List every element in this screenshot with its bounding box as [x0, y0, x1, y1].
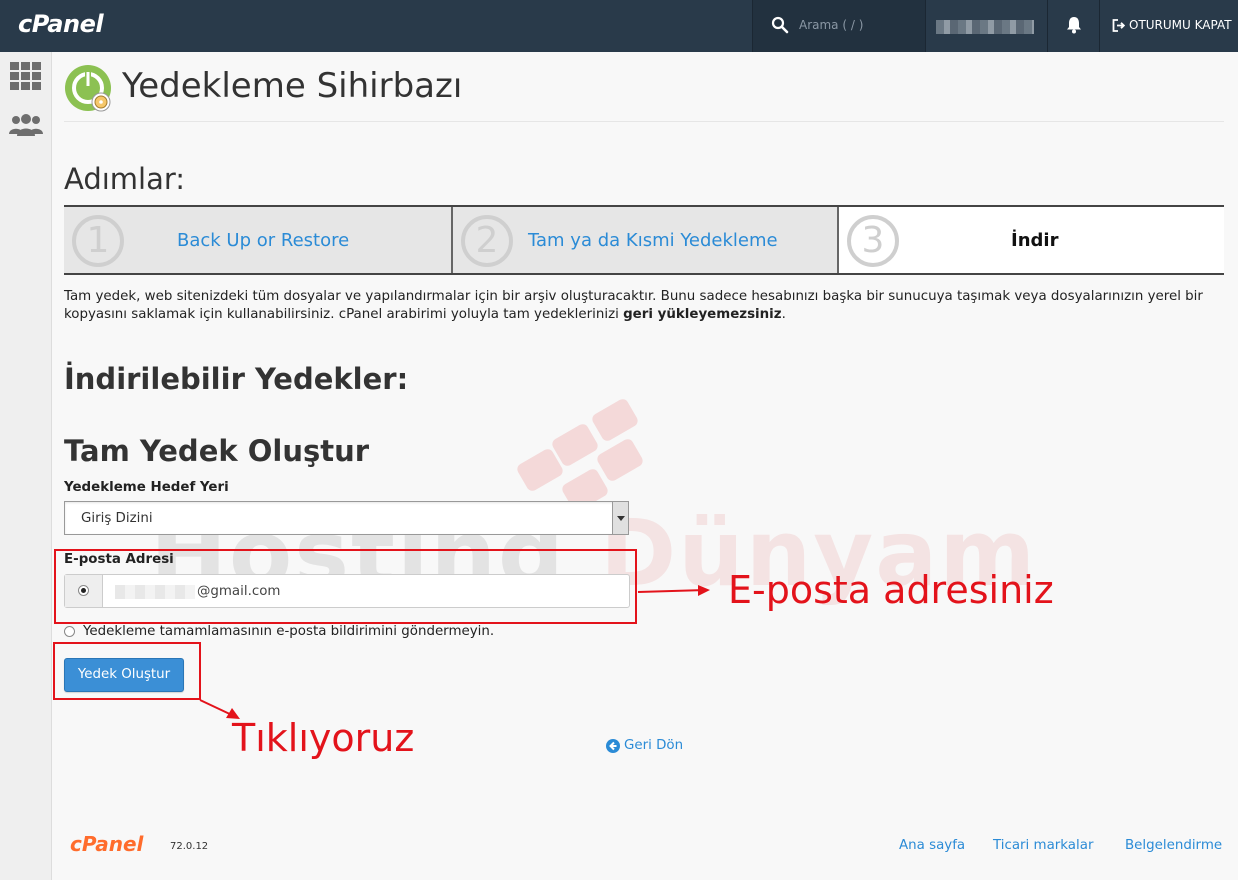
step-1-label[interactable]: Back Up or Restore: [177, 207, 349, 273]
masked-email-user: [115, 585, 195, 599]
footer-version: 72.0.12: [170, 841, 209, 852]
page-title: Yedekleme Sihirbazı: [122, 66, 463, 106]
arrow-left-circle-icon: [606, 738, 620, 753]
email-radio[interactable]: [78, 585, 89, 596]
grid-icon[interactable]: [10, 62, 42, 90]
destination-value: Giriş Dizini: [81, 511, 153, 526]
footer-link-trademarks[interactable]: Ticari markalar: [993, 838, 1093, 853]
description-text: Tam yedek, web sitenizdeki tüm dosyalar …: [64, 288, 1224, 324]
sidebar: [0, 52, 52, 880]
email-label: E-posta Adresi: [64, 552, 174, 567]
no-email-option[interactable]: Yedekleme tamamlamasının e-posta bildiri…: [64, 624, 494, 639]
step-2-number: 2: [461, 215, 513, 267]
email-field[interactable]: @gmail.com: [64, 574, 630, 608]
chevron-down-icon[interactable]: [612, 502, 628, 534]
masked-username: [936, 20, 1034, 34]
email-annotation-text: E-posta adresiniz: [728, 568, 1054, 612]
go-back-label[interactable]: Geri Dön: [624, 738, 683, 753]
page-header: Yedekleme Sihirbazı: [64, 62, 1224, 122]
notifications-button[interactable]: [1048, 0, 1100, 52]
backup-wizard-icon: [65, 65, 111, 112]
no-email-radio[interactable]: [64, 626, 75, 637]
destination-select[interactable]: Giriş Dizini: [64, 501, 629, 535]
create-backup-heading: Tam Yedek Oluştur: [64, 434, 370, 468]
users-icon[interactable]: [8, 114, 44, 136]
destination-label: Yedekleme Hedef Yeri: [64, 480, 229, 495]
email-value: @gmail.com: [197, 584, 281, 599]
step-2[interactable]: 2 Tam ya da Kısmi Yedekleme: [453, 207, 839, 273]
go-back-link[interactable]: Geri Dön: [606, 738, 683, 753]
steps-heading: Adımlar:: [64, 162, 186, 196]
search-icon: [771, 16, 789, 34]
logout-icon: [1112, 18, 1125, 32]
email-arrow-annotation: [637, 585, 710, 596]
footer-cpanel-logo: cPanel: [70, 832, 144, 856]
no-email-label[interactable]: Yedekleme tamamlamasının e-posta bildiri…: [83, 624, 494, 639]
footer-link-home[interactable]: Ana sayfa: [899, 838, 965, 853]
description-end: .: [781, 307, 786, 322]
search-placeholder: Arama ( / ): [799, 18, 864, 32]
logout-button[interactable]: OTURUMU KAPAT: [1112, 18, 1232, 32]
click-annotation-text: Tıklıyoruz: [232, 716, 415, 760]
step-1[interactable]: 1 Back Up or Restore: [64, 207, 453, 273]
step-1-number: 1: [72, 215, 124, 267]
footer-link-documentation[interactable]: Belgelendirme: [1125, 838, 1222, 853]
step-3: 3 İndir: [839, 207, 1224, 273]
bell-icon: [1067, 17, 1081, 34]
create-backup-button[interactable]: Yedek Oluştur: [64, 658, 184, 692]
search-box[interactable]: Arama ( / ): [752, 0, 926, 52]
logout-label: OTURUMU KAPAT: [1129, 18, 1232, 32]
step-3-label: İndir: [1011, 229, 1059, 251]
email-radio-addon[interactable]: [65, 575, 103, 607]
step-2-label[interactable]: Tam ya da Kısmi Yedekleme: [528, 207, 778, 273]
user-menu[interactable]: [926, 0, 1048, 52]
downloads-heading: İndirilebilir Yedekler:: [64, 362, 409, 396]
step-3-number: 3: [847, 215, 899, 267]
top-navbar: cPanel Arama ( / ) OTURUMU KAPAT: [0, 0, 1238, 52]
wizard-steps: 1 Back Up or Restore 2 Tam ya da Kısmi Y…: [64, 205, 1224, 275]
description-bold: geri yükleyemezsiniz: [623, 307, 782, 322]
cpanel-logo[interactable]: cPanel: [18, 10, 104, 38]
